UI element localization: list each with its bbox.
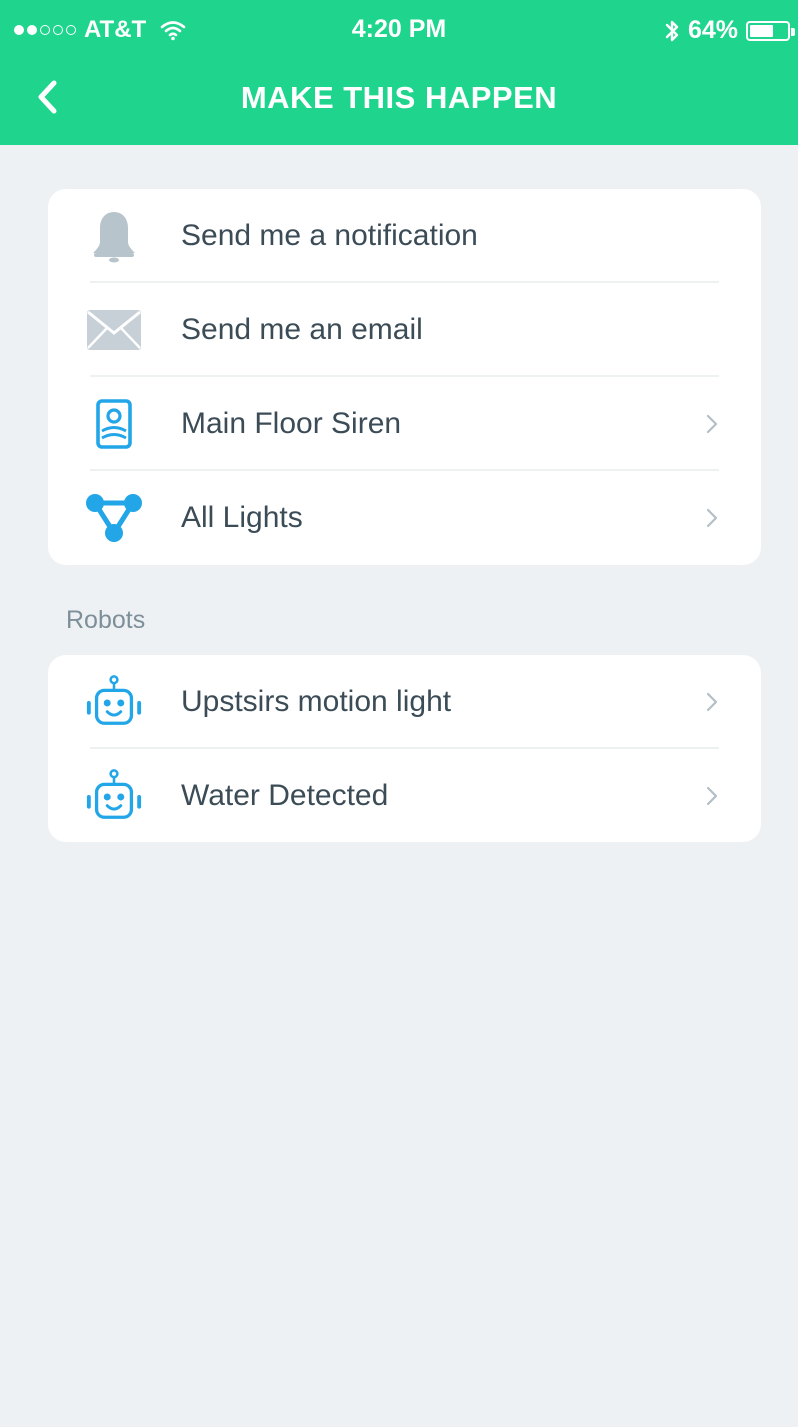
action-row-all-lights[interactable]: All Lights [48, 471, 761, 565]
make-this-happen-screen: AT&T 4:20 PM 64% MAKE THIS HAPPEN Send m… [0, 0, 798, 1427]
robot-icon [84, 672, 144, 732]
light-group-icon [84, 488, 144, 548]
action-label: Main Floor Siren [181, 407, 402, 440]
action-row-notification[interactable]: Send me a notification [48, 189, 761, 283]
robot-row-water-detected[interactable]: Water Detected [48, 749, 761, 843]
status-right: 64% [664, 16, 795, 45]
actions-card: Send me a notification Send me an email [48, 189, 761, 565]
robot-icon [84, 766, 144, 826]
bluetooth-icon [665, 20, 679, 41]
chevron-right-icon [706, 508, 718, 528]
chevron-right-icon [706, 692, 718, 712]
action-row-email[interactable]: Send me an email [48, 283, 761, 377]
robot-row-upstairs-motion-light[interactable]: Upstsirs motion light [48, 655, 761, 749]
action-label: Send me a notification [181, 219, 478, 252]
header-bar: AT&T 4:20 PM 64% MAKE THIS HAPPEN [0, 0, 798, 145]
chevron-right-icon [706, 414, 718, 434]
battery-icon [746, 20, 795, 41]
envelope-icon [84, 300, 144, 360]
battery-percentage: 64% [687, 16, 738, 44]
action-label: Send me an email [181, 313, 423, 346]
robot-label: Upstsirs motion light [181, 685, 452, 718]
siren-device-icon [84, 394, 144, 454]
battery-fill [750, 24, 774, 37]
bell-icon [84, 206, 144, 266]
robot-label: Water Detected [181, 779, 389, 812]
robots-section-title: Robots [66, 606, 146, 634]
chevron-right-icon [706, 786, 718, 806]
action-label: All Lights [181, 501, 303, 534]
robots-card: Upstsirs motion light Water Detected [48, 655, 761, 842]
action-row-main-floor-siren[interactable]: Main Floor Siren [48, 377, 761, 471]
status-bar: AT&T 4:20 PM 64% [0, 0, 798, 60]
page-title: MAKE THIS HAPPEN [240, 80, 558, 115]
